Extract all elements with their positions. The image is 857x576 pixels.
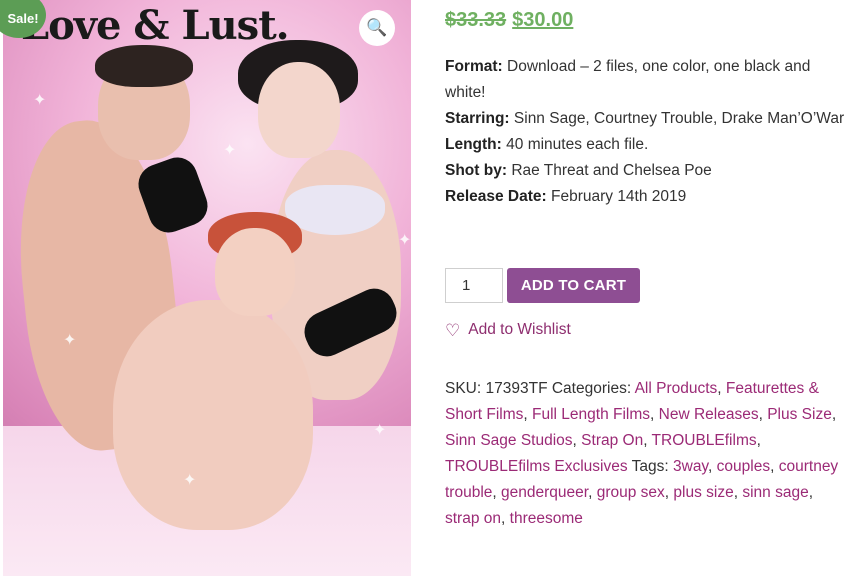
- sparkle-icon: ✦: [223, 142, 237, 159]
- category-link[interactable]: All Products: [635, 380, 718, 397]
- category-link[interactable]: Full Length Films: [532, 406, 650, 423]
- category-link[interactable]: Strap On: [581, 432, 643, 449]
- detail-length: Length: 40 minutes each file.: [445, 136, 649, 153]
- magnifier-icon: 🔍: [366, 18, 388, 37]
- sparkle-icon: ✦: [33, 92, 47, 109]
- sku-value: 17393TF: [485, 380, 548, 397]
- detail-starring: Starring: Sinn Sage, Courtney Trouble, D…: [445, 110, 845, 127]
- tag-link[interactable]: strap on: [445, 510, 501, 527]
- image-figure-middle: [113, 300, 313, 530]
- tag-link[interactable]: 3way: [673, 458, 708, 475]
- sparkle-icon: ✦: [373, 422, 387, 439]
- cover-title: Love & Lust.: [21, 2, 290, 49]
- category-link[interactable]: TROUBLEfilms: [652, 432, 757, 449]
- category-link[interactable]: Plus Size: [767, 406, 832, 423]
- category-link[interactable]: Sinn Sage Studios: [445, 432, 573, 449]
- price: $33.33 $30.00: [445, 9, 845, 35]
- product-meta: SKU: 17393TF Categories: All Products, F…: [445, 380, 839, 527]
- detail-shot-by: Shot by: Rae Threat and Chelsea Poe: [445, 162, 712, 179]
- sparkle-icon: ✦: [183, 472, 197, 489]
- tag-link[interactable]: threesome: [510, 510, 583, 527]
- add-to-wishlist-link[interactable]: ♡ Add to Wishlist: [445, 321, 571, 339]
- tag-link[interactable]: plus size: [673, 484, 733, 501]
- category-link[interactable]: TROUBLEfilms Exclusives: [445, 458, 628, 475]
- image-figure-middle-head: [215, 228, 295, 316]
- original-price: $33.33: [445, 9, 507, 31]
- sparkle-icon: ✦: [63, 332, 77, 349]
- product-image[interactable]: ✦ ✦ ✦ ✦ ✦ ✦ Love & Lust.: [3, 0, 411, 576]
- wishlist-label: Add to Wishlist: [468, 321, 571, 338]
- tag-link[interactable]: genderqueer: [501, 484, 588, 501]
- add-to-cart-form: ADD TO CART: [445, 268, 640, 303]
- quantity-input[interactable]: [445, 268, 503, 303]
- sku-label: SKU:: [445, 380, 482, 397]
- sale-price: $30.00: [512, 9, 574, 31]
- image-figure-right-head: [258, 62, 340, 158]
- tag-link[interactable]: couples: [717, 458, 770, 475]
- product-summary: $33.33 $30.00 Format: Download – 2 files,…: [445, 0, 845, 527]
- tag-link[interactable]: sinn sage: [742, 484, 808, 501]
- heart-outline-icon: ♡: [445, 320, 461, 340]
- detail-format: Format: Download – 2 files, one color, o…: [445, 58, 811, 101]
- product-details: Format: Download – 2 files, one color, o…: [445, 54, 845, 210]
- category-link[interactable]: New Releases: [659, 406, 759, 423]
- zoom-button[interactable]: 🔍: [359, 10, 395, 46]
- sparkle-icon: ✦: [398, 232, 411, 249]
- add-to-cart-button[interactable]: ADD TO CART: [507, 268, 640, 303]
- image-figure-left-hair: [95, 45, 193, 87]
- tags-label: Tags:: [631, 458, 669, 475]
- detail-release-date: Release Date: February 14th 2019: [445, 188, 687, 205]
- tag-link[interactable]: group sex: [597, 484, 665, 501]
- categories-label: Categories:: [551, 380, 632, 397]
